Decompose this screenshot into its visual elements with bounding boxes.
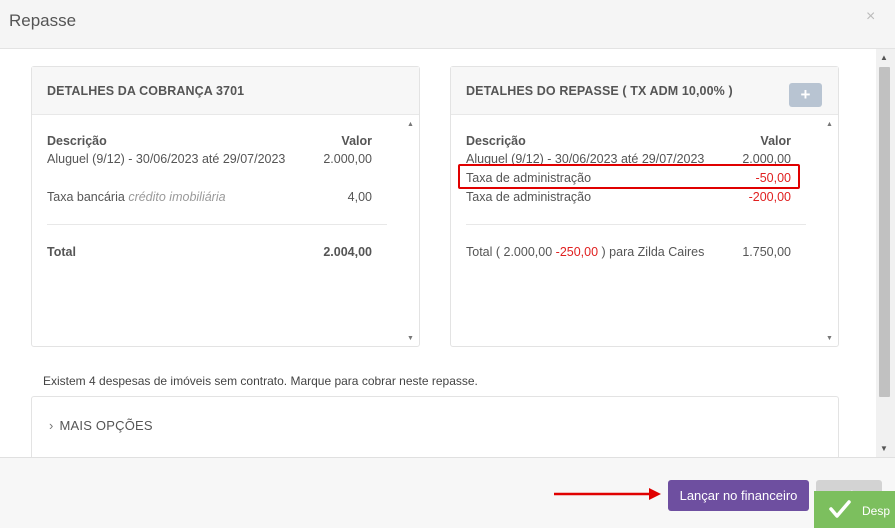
repasse-modal: Repasse × DETALHES DA COBRANÇA 3701 Desc… xyxy=(0,0,895,528)
divider xyxy=(466,224,806,225)
cobranca-panel-header: DETALHES DA COBRANÇA 3701 xyxy=(32,67,419,115)
repasse-item-desc: Taxa de administração xyxy=(466,190,592,204)
more-options-toggle[interactable]: › MAIS OPÇÕES xyxy=(49,418,153,433)
cobranca-item-desc: Taxa bancária crédito imobiliária xyxy=(47,190,226,204)
scroll-down-icon[interactable]: ▼ xyxy=(407,335,414,342)
repasse-scrollbar[interactable]: ▲ ▼ xyxy=(825,119,835,344)
repasse-panel-header: DETALHES DO REPASSE ( TX ADM 10,00% ) + xyxy=(451,67,838,115)
arrow-annotation-icon xyxy=(554,488,661,500)
repasse-title: DETALHES DO REPASSE ( TX ADM 10,00% ) xyxy=(466,84,733,98)
scrollbar-thumb[interactable] xyxy=(879,67,890,397)
cobranca-panel: DETALHES DA COBRANÇA 3701 Descrição Valo… xyxy=(31,66,420,347)
modal-title: Repasse xyxy=(9,11,77,30)
scroll-up-icon[interactable]: ▲ xyxy=(880,53,888,62)
scroll-up-icon[interactable]: ▲ xyxy=(826,121,833,128)
cobranca-total-label: Total xyxy=(47,245,76,259)
modal-footer: Lançar no financeiro Fechar xyxy=(0,457,895,528)
modal-scrollbar[interactable]: ▲ ▼ xyxy=(876,49,895,457)
cobranca-item-valor: 2.000,00 xyxy=(323,152,372,166)
cobranca-title: DETALHES DA COBRANÇA 3701 xyxy=(47,84,245,98)
divider xyxy=(47,224,387,225)
more-options-label: MAIS OPÇÕES xyxy=(59,418,153,433)
cobranca-col-valor: Valor xyxy=(341,134,372,148)
scroll-down-icon[interactable]: ▼ xyxy=(880,444,888,453)
chevron-right-icon: › xyxy=(49,418,54,433)
cobranca-col-desc: Descrição xyxy=(47,134,107,148)
modal-header: Repasse × xyxy=(0,0,895,49)
repasse-total-valor: 1.750,00 xyxy=(742,245,791,259)
cobranca-scrollbar[interactable]: ▲ ▼ xyxy=(406,119,416,344)
modal-body: DETALHES DA COBRANÇA 3701 Descrição Valo… xyxy=(0,49,876,457)
repasse-col-desc: Descrição xyxy=(466,134,526,148)
repasse-col-valor: Valor xyxy=(760,134,791,148)
highlight-box xyxy=(458,164,800,189)
more-options-panel[interactable]: › MAIS OPÇÕES xyxy=(31,396,839,457)
lancar-financeiro-button[interactable]: Lançar no financeiro xyxy=(668,480,809,511)
repasse-item-valor: -200,00 xyxy=(748,190,791,204)
repasse-total-label: Total ( 2.000,00 -250,00 ) para Zilda Ca… xyxy=(466,245,704,259)
repasse-total-suffix: ) para Zilda Caires xyxy=(598,245,705,259)
toast-text: Desp xyxy=(862,504,891,518)
scroll-down-icon[interactable]: ▼ xyxy=(826,335,833,342)
repasse-total-prefix: Total ( 2.000,00 xyxy=(466,245,556,259)
repasse-panel: DETALHES DO REPASSE ( TX ADM 10,00% ) + … xyxy=(450,66,839,347)
close-icon[interactable]: × xyxy=(866,8,875,26)
cobranca-item-valor: 4,00 xyxy=(347,190,372,204)
notice-text: Existem 4 despesas de imóveis sem contra… xyxy=(43,374,478,388)
cobranca-item-note: crédito imobiliária xyxy=(128,190,226,204)
repasse-total-negative: -250,00 xyxy=(555,245,599,259)
add-button[interactable]: + xyxy=(789,83,822,107)
check-icon xyxy=(829,500,851,518)
scroll-up-icon[interactable]: ▲ xyxy=(407,121,414,128)
success-toast[interactable]: Desp xyxy=(814,491,895,528)
cobranca-total-valor: 2.004,00 xyxy=(323,245,372,259)
cobranca-item-desc: Aluguel (9/12) - 30/06/2023 até 29/07/20… xyxy=(47,152,286,166)
cobranca-item-label: Taxa bancária xyxy=(47,190,125,204)
